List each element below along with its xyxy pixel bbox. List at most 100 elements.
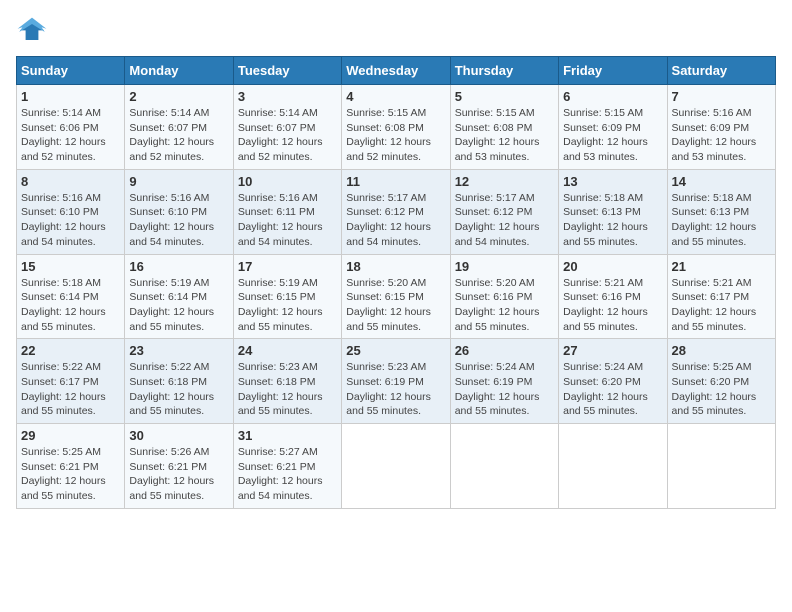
- day-info: Sunrise: 5:20 AM Sunset: 6:15 PM Dayligh…: [346, 276, 445, 335]
- logo: [16, 16, 52, 48]
- calendar-cell: 15 Sunrise: 5:18 AM Sunset: 6:14 PM Dayli…: [17, 254, 125, 339]
- calendar-cell: 4 Sunrise: 5:15 AM Sunset: 6:08 PM Daylig…: [342, 85, 450, 170]
- day-number: 19: [455, 259, 554, 274]
- weekday-header-saturday: Saturday: [667, 57, 775, 85]
- day-number: 22: [21, 343, 120, 358]
- day-info: Sunrise: 5:25 AM Sunset: 6:21 PM Dayligh…: [21, 445, 120, 504]
- day-number: 14: [672, 174, 771, 189]
- calendar-cell: 23Sunrise: 5:22 AM Sunset: 6:18 PM Dayli…: [125, 339, 233, 424]
- weekday-header-tuesday: Tuesday: [233, 57, 341, 85]
- calendar-body: 1 Sunrise: 5:14 AM Sunset: 6:06 PM Daylig…: [17, 85, 776, 509]
- calendar-cell: 9 Sunrise: 5:16 AM Sunset: 6:10 PM Daylig…: [125, 169, 233, 254]
- day-number: 24: [238, 343, 337, 358]
- weekday-header-friday: Friday: [559, 57, 667, 85]
- day-info: Sunrise: 5:27 AM Sunset: 6:21 PM Dayligh…: [238, 445, 337, 504]
- day-number: 3: [238, 89, 337, 104]
- day-info: Sunrise: 5:15 AM Sunset: 6:09 PM Dayligh…: [563, 106, 662, 165]
- day-info: Sunrise: 5:20 AM Sunset: 6:16 PM Dayligh…: [455, 276, 554, 335]
- day-info: Sunrise: 5:15 AM Sunset: 6:08 PM Dayligh…: [346, 106, 445, 165]
- calendar-table: SundayMondayTuesdayWednesdayThursdayFrid…: [16, 56, 776, 509]
- weekday-header-monday: Monday: [125, 57, 233, 85]
- calendar-cell: 26 Sunrise: 5:24 AM Sunset: 6:19 PM Dayli…: [450, 339, 558, 424]
- calendar-cell: 7 Sunrise: 5:16 AM Sunset: 6:09 PM Daylig…: [667, 85, 775, 170]
- day-info: Sunrise: 5:23 AM Sunset: 6:18 PM Dayligh…: [238, 360, 337, 419]
- calendar-cell: 25 Sunrise: 5:23 AM Sunset: 6:19 PM Dayli…: [342, 339, 450, 424]
- calendar-cell: 3 Sunrise: 5:14 AM Sunset: 6:07 PM Daylig…: [233, 85, 341, 170]
- day-info: Sunrise: 5:17 AM Sunset: 6:12 PM Dayligh…: [455, 191, 554, 250]
- calendar-cell: 10 Sunrise: 5:16 AM Sunset: 6:11 PM Dayli…: [233, 169, 341, 254]
- calendar-cell: 24 Sunrise: 5:23 AM Sunset: 6:18 PM Dayli…: [233, 339, 341, 424]
- calendar-cell: 11 Sunrise: 5:17 AM Sunset: 6:12 PM Dayli…: [342, 169, 450, 254]
- day-number: 27: [563, 343, 662, 358]
- calendar-cell: 27 Sunrise: 5:24 AM Sunset: 6:20 PM Dayli…: [559, 339, 667, 424]
- calendar-week-row: 8 Sunrise: 5:16 AM Sunset: 6:10 PM Daylig…: [17, 169, 776, 254]
- day-number: 15: [21, 259, 120, 274]
- day-info: Sunrise: 5:25 AM Sunset: 6:20 PM Dayligh…: [672, 360, 771, 419]
- day-info: Sunrise: 5:16 AM Sunset: 6:10 PM Dayligh…: [129, 191, 228, 250]
- calendar-cell: 16Sunrise: 5:19 AM Sunset: 6:14 PM Dayli…: [125, 254, 233, 339]
- calendar-cell: 19 Sunrise: 5:20 AM Sunset: 6:16 PM Dayli…: [450, 254, 558, 339]
- day-info: Sunrise: 5:18 AM Sunset: 6:13 PM Dayligh…: [672, 191, 771, 250]
- day-info: Sunrise: 5:14 AM Sunset: 6:07 PM Dayligh…: [129, 106, 228, 165]
- weekday-header-wednesday: Wednesday: [342, 57, 450, 85]
- calendar-week-row: 22Sunrise: 5:22 AM Sunset: 6:17 PM Dayli…: [17, 339, 776, 424]
- day-info: Sunrise: 5:21 AM Sunset: 6:17 PM Dayligh…: [672, 276, 771, 335]
- weekday-header-sunday: Sunday: [17, 57, 125, 85]
- day-number: 5: [455, 89, 554, 104]
- day-number: 31: [238, 428, 337, 443]
- day-number: 26: [455, 343, 554, 358]
- calendar-cell: 31 Sunrise: 5:27 AM Sunset: 6:21 PM Dayli…: [233, 424, 341, 509]
- day-info: Sunrise: 5:17 AM Sunset: 6:12 PM Dayligh…: [346, 191, 445, 250]
- day-info: Sunrise: 5:19 AM Sunset: 6:15 PM Dayligh…: [238, 276, 337, 335]
- day-info: Sunrise: 5:18 AM Sunset: 6:13 PM Dayligh…: [563, 191, 662, 250]
- day-info: Sunrise: 5:16 AM Sunset: 6:09 PM Dayligh…: [672, 106, 771, 165]
- day-info: Sunrise: 5:14 AM Sunset: 6:06 PM Dayligh…: [21, 106, 120, 165]
- day-number: 12: [455, 174, 554, 189]
- calendar-header-row: SundayMondayTuesdayWednesdayThursdayFrid…: [17, 57, 776, 85]
- day-number: 1: [21, 89, 120, 104]
- day-number: 16: [129, 259, 228, 274]
- day-info: Sunrise: 5:23 AM Sunset: 6:19 PM Dayligh…: [346, 360, 445, 419]
- day-number: 29: [21, 428, 120, 443]
- calendar-week-row: 29 Sunrise: 5:25 AM Sunset: 6:21 PM Dayli…: [17, 424, 776, 509]
- day-number: 9: [129, 174, 228, 189]
- calendar-cell: 30Sunrise: 5:26 AM Sunset: 6:21 PM Dayli…: [125, 424, 233, 509]
- day-number: 2: [129, 89, 228, 104]
- day-number: 6: [563, 89, 662, 104]
- calendar-cell: [342, 424, 450, 509]
- day-number: 18: [346, 259, 445, 274]
- calendar-cell: 6 Sunrise: 5:15 AM Sunset: 6:09 PM Daylig…: [559, 85, 667, 170]
- day-info: Sunrise: 5:24 AM Sunset: 6:20 PM Dayligh…: [563, 360, 662, 419]
- day-number: 30: [129, 428, 228, 443]
- calendar-cell: 5Sunrise: 5:15 AM Sunset: 6:08 PM Daylig…: [450, 85, 558, 170]
- day-number: 17: [238, 259, 337, 274]
- calendar-cell: [450, 424, 558, 509]
- day-number: 4: [346, 89, 445, 104]
- calendar-cell: 13Sunrise: 5:18 AM Sunset: 6:13 PM Dayli…: [559, 169, 667, 254]
- calendar-cell: 28Sunrise: 5:25 AM Sunset: 6:20 PM Dayli…: [667, 339, 775, 424]
- day-number: 8: [21, 174, 120, 189]
- day-info: Sunrise: 5:14 AM Sunset: 6:07 PM Dayligh…: [238, 106, 337, 165]
- calendar-cell: 29 Sunrise: 5:25 AM Sunset: 6:21 PM Dayli…: [17, 424, 125, 509]
- day-number: 11: [346, 174, 445, 189]
- calendar-cell: 18 Sunrise: 5:20 AM Sunset: 6:15 PM Dayli…: [342, 254, 450, 339]
- calendar-cell: 14 Sunrise: 5:18 AM Sunset: 6:13 PM Dayli…: [667, 169, 775, 254]
- calendar-cell: [667, 424, 775, 509]
- day-number: 20: [563, 259, 662, 274]
- day-number: 10: [238, 174, 337, 189]
- day-info: Sunrise: 5:18 AM Sunset: 6:14 PM Dayligh…: [21, 276, 120, 335]
- calendar-cell: 1 Sunrise: 5:14 AM Sunset: 6:06 PM Daylig…: [17, 85, 125, 170]
- day-info: Sunrise: 5:16 AM Sunset: 6:11 PM Dayligh…: [238, 191, 337, 250]
- day-number: 25: [346, 343, 445, 358]
- day-number: 21: [672, 259, 771, 274]
- calendar-cell: 21 Sunrise: 5:21 AM Sunset: 6:17 PM Dayli…: [667, 254, 775, 339]
- calendar-cell: 17 Sunrise: 5:19 AM Sunset: 6:15 PM Dayli…: [233, 254, 341, 339]
- calendar-cell: 22Sunrise: 5:22 AM Sunset: 6:17 PM Dayli…: [17, 339, 125, 424]
- calendar-cell: 8Sunrise: 5:16 AM Sunset: 6:10 PM Daylig…: [17, 169, 125, 254]
- day-number: 7: [672, 89, 771, 104]
- day-info: Sunrise: 5:21 AM Sunset: 6:16 PM Dayligh…: [563, 276, 662, 335]
- day-info: Sunrise: 5:22 AM Sunset: 6:18 PM Dayligh…: [129, 360, 228, 419]
- day-info: Sunrise: 5:24 AM Sunset: 6:19 PM Dayligh…: [455, 360, 554, 419]
- page-header: [16, 16, 776, 48]
- calendar-week-row: 15 Sunrise: 5:18 AM Sunset: 6:14 PM Dayli…: [17, 254, 776, 339]
